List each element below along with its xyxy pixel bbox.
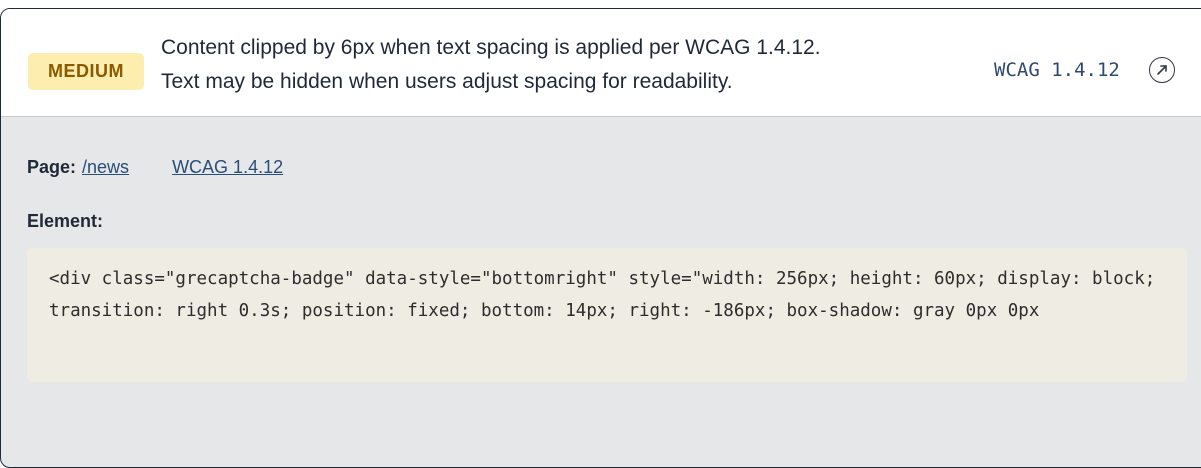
element-code-block: <div class="grecaptcha-badge" data-style… <box>27 248 1187 382</box>
issue-header[interactable]: MEDIUM Content clipped by 6px when text … <box>1 9 1201 117</box>
wcag-criterion-code[interactable]: WCAG 1.4.12 <box>994 59 1120 81</box>
page-link[interactable]: /news <box>82 157 129 178</box>
page-label: Page: <box>27 157 77 177</box>
element-label: Element: <box>27 211 104 231</box>
wcag-link[interactable]: WCAG 1.4.12 <box>172 157 283 178</box>
issue-message-line1: Content clipped by 6px when text spacing… <box>161 36 821 59</box>
issue-card: MEDIUM Content clipped by 6px when text … <box>0 8 1201 468</box>
link-arrow-icon[interactable] <box>1149 57 1175 83</box>
severity-badge: MEDIUM <box>28 53 144 90</box>
issue-message: Content clipped by 6px when text spacing… <box>161 31 821 99</box>
arrow-glyph <box>1157 65 1167 75</box>
page-row: Page: /news WCAG 1.4.12 <box>27 157 283 178</box>
issue-message-line2: Text may be hidden when users adjust spa… <box>161 70 733 93</box>
